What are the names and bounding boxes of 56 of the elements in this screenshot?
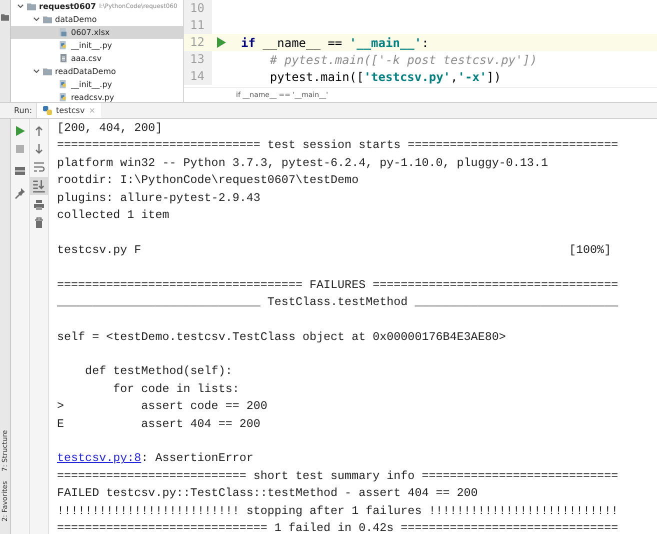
up-arrow-icon[interactable] <box>33 125 45 137</box>
line-number: 10 <box>184 0 212 17</box>
console-line: ============================== 1 failed in 0.42s =============================== <box>57 520 620 534</box>
soft-wrap-icon[interactable] <box>33 161 45 173</box>
down-arrow-icon[interactable] <box>33 143 45 155</box>
console-line: =========================== short test summary info ============================ <box>57 468 620 485</box>
console-line: collected 1 item <box>57 206 170 224</box>
python-icon <box>43 106 52 115</box>
python-file-icon <box>59 41 68 50</box>
tree-item[interactable]: readcsv.py <box>11 91 183 102</box>
tree-item[interactable]: 0607.xlsx <box>11 26 183 39</box>
chevron-icon <box>33 16 40 23</box>
tree-item[interactable]: readDataDemo <box>11 65 183 78</box>
trash-icon[interactable] <box>33 217 45 229</box>
console-line: testcsv.py F [100%] <box>57 242 612 259</box>
python-file-icon <box>59 80 68 89</box>
console-line: plugins: allure-pytest-2.9.43 <box>57 190 262 207</box>
pin-icon[interactable] <box>14 187 26 199</box>
console-line: > assert code == 200 <box>57 398 268 416</box>
console-line: !!!!!!!!!!!!!!!!!!!!!!!!!! stopping after 1 failures !!!!!!!!!!!!!!!!!!!!!!!!!!! <box>57 502 620 520</box>
line-number: 11 <box>184 17 212 34</box>
print-icon[interactable] <box>33 199 45 211</box>
run-icon[interactable] <box>14 125 26 137</box>
console-line: for code in lists: <box>112 380 240 398</box>
layout-icon[interactable] <box>14 165 26 177</box>
console-line: =================================== FAILURES =================================== <box>57 276 620 294</box>
line-number: 14 <box>184 68 212 85</box>
console-line: : AssertionError <box>141 450 254 468</box>
run-icon[interactable] <box>217 37 226 48</box>
tree-item[interactable]: aaa.csv <box>11 52 183 65</box>
file-link[interactable]: testcsv.py:8 <box>57 450 142 468</box>
text-file-icon <box>59 54 68 63</box>
console-line: self = <testDemo.testcsv.TestClass object at 0x00000176B4E3AE80> <box>57 328 507 346</box>
console-line: rootdir: I:\PythonCode\request0607\testDemo <box>57 172 360 190</box>
folder-icon <box>43 67 52 76</box>
console-line: _____________________________ TestClass.testMethod _____________________________ <box>57 294 620 311</box>
chevron-icon <box>17 3 24 10</box>
python-file-icon <box>59 93 68 102</box>
code-line: if __name__ == '__main__': <box>240 36 429 50</box>
tree-item[interactable]: __init__.py <box>11 78 183 91</box>
console-line: E assert 404 == 200 <box>57 416 262 433</box>
code-line: pytest.main(['testcsv.py','-x']) <box>268 70 502 84</box>
scroll-to-end-icon[interactable] <box>30 177 48 195</box>
console-line: platform win32 -- Python 3.7.3, pytest-6.2.4, py-1.10.0, pluggy-0.13.1 <box>57 154 549 172</box>
console-line: def testMethod(self): <box>84 363 234 380</box>
console-line: FAILED testcsv.py::TestClass::testMethod - assert 404 == 200 <box>57 485 479 502</box>
chevron-icon <box>33 68 40 75</box>
folder-icon[interactable] <box>1 14 9 21</box>
line-number: 13 <box>184 51 212 68</box>
spreadsheet-file-icon <box>59 28 68 37</box>
run-tab[interactable]: testcsv × <box>37 103 102 118</box>
tree-item[interactable]: __init__.py <box>11 39 183 52</box>
console-line: ============================= test session starts ============================== <box>57 137 620 154</box>
console-line: [200, 404, 200] <box>57 120 164 137</box>
tree-item[interactable]: dataDemo <box>11 13 183 26</box>
code-line: # pytest.main(['-k post testcsv.py']) <box>268 52 538 66</box>
